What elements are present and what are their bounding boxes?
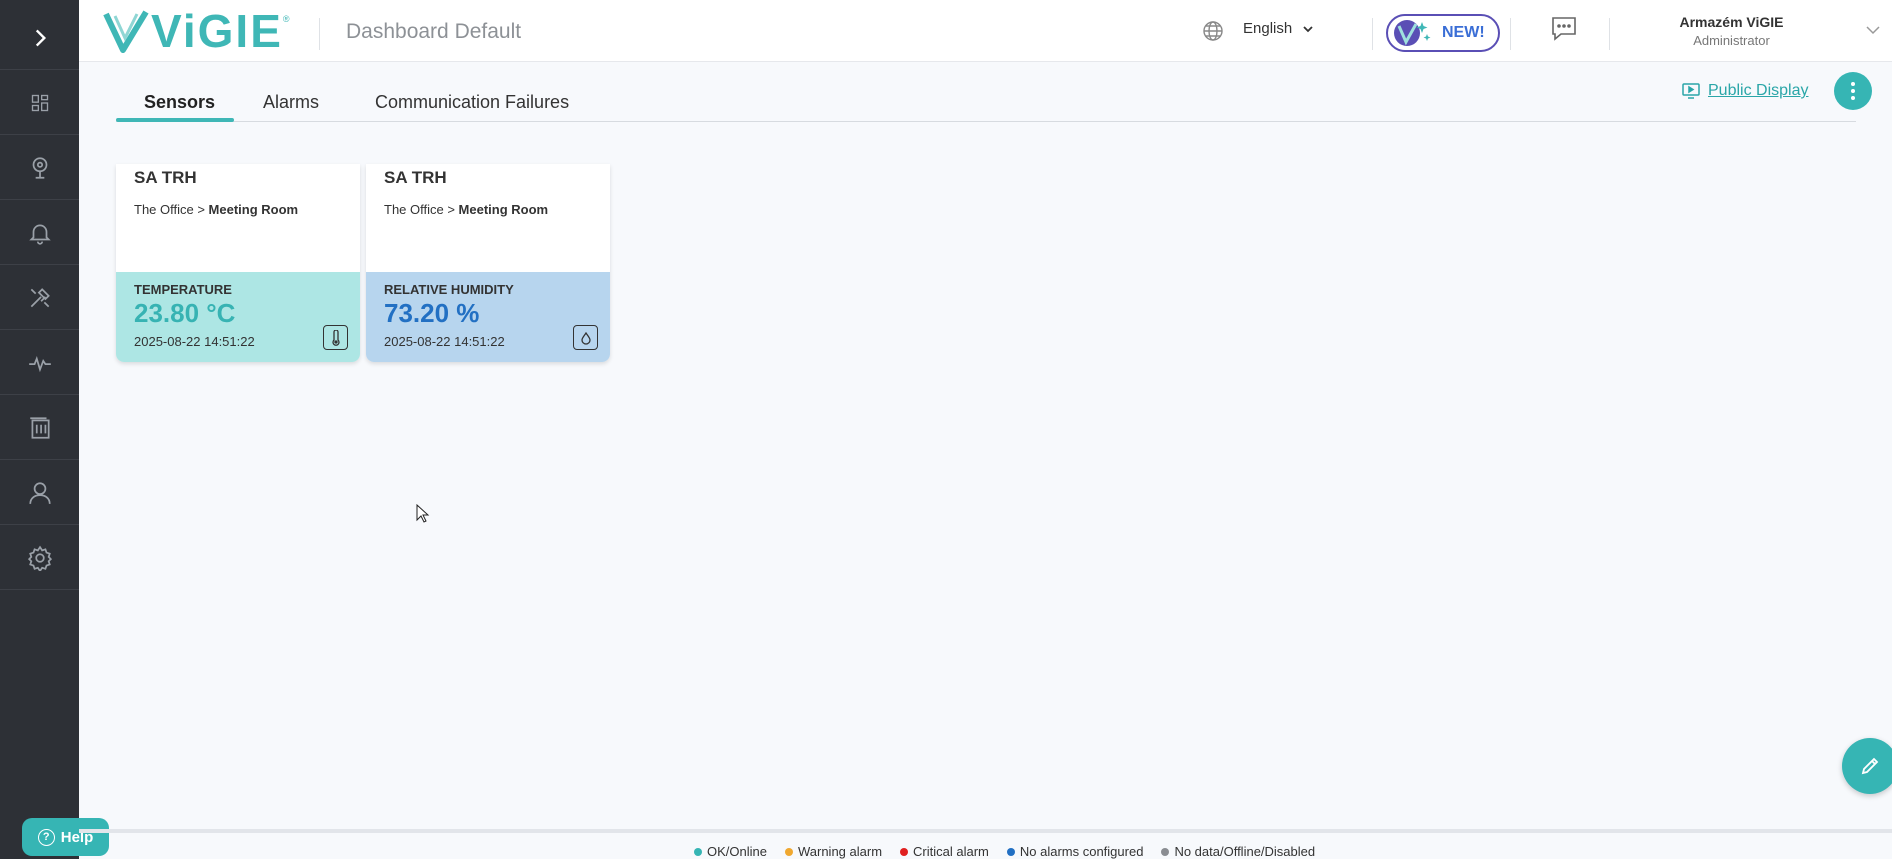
sensor-card-humidity[interactable]: SA TRH The Office > Meeting Room RELATIV…: [366, 164, 610, 362]
new-badge-label: NEW!: [1442, 24, 1485, 41]
dot: [1851, 82, 1855, 86]
tab-communication-failures[interactable]: Communication Failures: [375, 92, 569, 122]
metric-panel: RELATIVE HUMIDITY 73.20 % 2025-08-22 14:…: [366, 272, 610, 362]
sidebar-item-devices[interactable]: [0, 136, 79, 200]
header-divider: [1609, 18, 1610, 50]
vigie-sparkle-icon: [1394, 20, 1431, 46]
legend-item-no-alarms: No alarms configured: [1006, 844, 1144, 859]
status-dot: [784, 847, 793, 856]
user-role: Administrator: [1693, 33, 1770, 48]
legend-item-ok: OK/Online: [694, 844, 767, 859]
question-icon: ?: [37, 828, 55, 846]
sidebar-item-users[interactable]: [0, 461, 79, 525]
sensor-name: SA TRH: [134, 168, 197, 187]
sensor-device-icon: [32, 156, 47, 179]
location-room: Meeting Room: [458, 202, 549, 217]
droplet-icon: [573, 325, 598, 350]
sensor-location: The Office > Meeting Room: [134, 202, 298, 217]
sidebar-item-settings[interactable]: [0, 526, 79, 590]
bell-icon: [28, 224, 51, 245]
status-legend: OK/Online Warning alarm Critical alarm N…: [694, 844, 1315, 859]
sidebar-item-dashboard[interactable]: [0, 71, 79, 135]
legend-label: No data/Offline/Disabled: [1174, 844, 1316, 859]
pencil-icon: [1861, 757, 1879, 775]
dashboard-grid-icon: [31, 94, 48, 111]
dot: [1851, 89, 1855, 93]
user-icon: [28, 481, 51, 504]
globe-icon: [1203, 21, 1223, 41]
metric-timestamp: 2025-08-22 14:51:22: [134, 334, 255, 349]
expand-sidebar-button[interactable]: [0, 6, 79, 70]
gear-icon: [27, 545, 52, 571]
public-display-link[interactable]: Public Display: [1682, 82, 1808, 100]
vigie-logo[interactable]: ViGIE ®: [103, 8, 290, 54]
header-divider: [1510, 18, 1511, 50]
metric-label: RELATIVE HUMIDITY: [384, 282, 514, 297]
chevron-down-icon: [1303, 25, 1313, 32]
dot: [1851, 96, 1855, 100]
edit-dashboard-button[interactable]: [1842, 738, 1892, 794]
header-divider: [319, 18, 320, 50]
active-tab-indicator: [116, 118, 234, 122]
tools-icon: [30, 287, 50, 307]
user-name: Armazém ViGIE: [1679, 14, 1784, 30]
header-divider: [1372, 18, 1373, 50]
reports-icon: [29, 416, 50, 439]
metric-value: 23.80 °C: [134, 298, 236, 328]
legend-label: Critical alarm: [913, 844, 989, 859]
legend-item-offline: No data/Offline/Disabled: [1161, 844, 1315, 859]
user-menu-chevron-icon[interactable]: [1864, 21, 1882, 39]
top-header: ViGIE ® Dashboard Default English NEW! A…: [79, 0, 1892, 62]
chat-icon[interactable]: [1549, 13, 1579, 43]
legend-label: Warning alarm: [797, 844, 883, 859]
status-dot: [900, 847, 909, 856]
language-selector[interactable]: English: [1243, 20, 1314, 37]
mouse-pointer-icon: [416, 504, 430, 523]
logo-registered-mark: ®: [282, 14, 290, 24]
status-dot: [1006, 847, 1015, 856]
sensor-location: The Office > Meeting Room: [384, 202, 548, 217]
sidebar-item-reports[interactable]: [0, 396, 79, 460]
sensor-name: SA TRH: [384, 168, 447, 187]
location-prefix: The Office >: [134, 202, 209, 217]
help-button[interactable]: ? Help: [22, 818, 109, 856]
language-label: English: [1243, 20, 1293, 37]
dashboard-tabs: Sensors Alarms Communication Failures: [116, 86, 1856, 122]
logo-text: ViGIE: [151, 5, 283, 57]
location-prefix: The Office >: [384, 202, 459, 217]
tab-alarms[interactable]: Alarms: [263, 92, 319, 122]
chevron-right-icon: [35, 29, 46, 46]
sidebar: [0, 0, 79, 859]
legend-label: No alarms configured: [1019, 844, 1144, 859]
public-display-label: Public Display: [1708, 82, 1809, 99]
sidebar-item-analytics[interactable]: [0, 331, 79, 395]
metric-label: TEMPERATURE: [134, 282, 232, 297]
monitor-play-icon: [1682, 83, 1700, 99]
sensor-card-temperature[interactable]: SA TRH The Office > Meeting Room TEMPERA…: [116, 164, 360, 362]
new-features-button[interactable]: NEW!: [1386, 14, 1500, 52]
sidebar-item-tools[interactable]: [0, 266, 79, 330]
dashboard-title: Dashboard Default: [346, 20, 522, 43]
more-options-button[interactable]: [1834, 72, 1872, 110]
legend-divider: [79, 829, 1892, 833]
pulse-icon: [28, 355, 51, 372]
metric-timestamp: 2025-08-22 14:51:22: [384, 334, 505, 349]
location-room: Meeting Room: [208, 202, 299, 217]
status-dot: [694, 847, 702, 856]
legend-item-critical: Critical alarm: [900, 844, 989, 859]
thermometer-icon: [323, 325, 348, 350]
metric-panel: TEMPERATURE 23.80 °C 2025-08-22 14:51:22: [116, 272, 360, 362]
vigie-logo-mark-icon: [103, 10, 149, 53]
legend-item-warning: Warning alarm: [784, 844, 883, 859]
status-dot: [1161, 847, 1170, 856]
legend-label: OK/Online: [707, 844, 767, 859]
metric-value: 73.20 %: [384, 298, 480, 328]
sidebar-item-alarms[interactable]: [0, 201, 79, 265]
